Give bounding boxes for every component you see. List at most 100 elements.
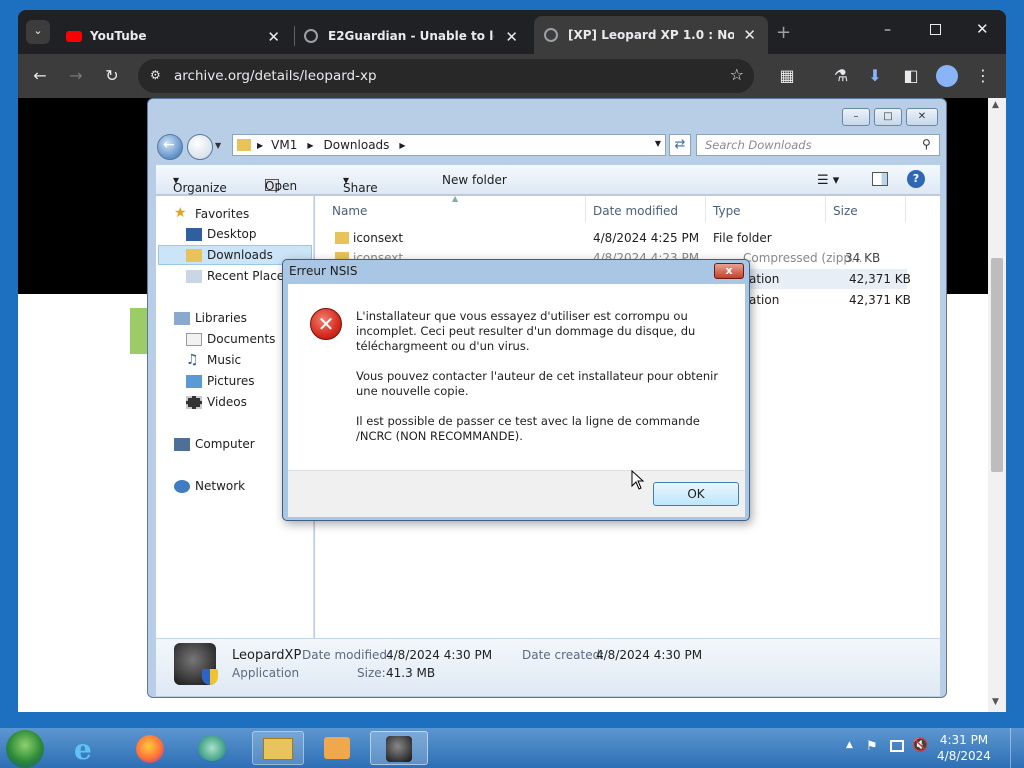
- detail-label: Size:: [357, 666, 386, 680]
- search-input[interactable]: Search Downloads: [696, 134, 940, 156]
- back-button[interactable]: ←: [29, 66, 51, 85]
- breadcrumb-downloads[interactable]: Downloads: [324, 138, 390, 152]
- minimize-button[interactable]: –: [884, 22, 891, 38]
- clock-time: 4:31 PM: [939, 733, 989, 747]
- detail-label: Date modified:: [302, 648, 392, 662]
- start-button[interactable]: [6, 730, 44, 768]
- nav-documents[interactable]: Documents: [186, 332, 275, 346]
- detail-size: 41.3 MB: [386, 666, 436, 680]
- tray-overflow-icon[interactable]: ▲: [846, 740, 853, 750]
- labs-flask-icon[interactable]: ⚗: [830, 66, 852, 85]
- recent-pages-dropdown-icon[interactable]: ▼: [215, 141, 221, 150]
- close-button[interactable]: x: [714, 263, 744, 279]
- nav-music[interactable]: ♫ Music: [186, 353, 241, 368]
- menu-icon[interactable]: ⋮: [972, 66, 994, 85]
- nav-libraries[interactable]: Libraries: [174, 311, 247, 325]
- address-breadcrumb[interactable]: ▶ VM1 ▶ Downloads ▶ ▼: [232, 134, 666, 156]
- mouse-cursor-icon: [631, 470, 645, 490]
- browser-window: ⌄ YouTube ✕ E2Guardian - Unable to load …: [18, 10, 1006, 98]
- volume-muted-icon[interactable]: 🔇: [912, 738, 928, 753]
- scroll-down-arrow[interactable]: ▼: [992, 697, 999, 707]
- tab-leopard-xp[interactable]: [XP] Leopard XP 1.0 : Nobody( ✕: [534, 16, 768, 54]
- taskbar-firefox-icon[interactable]: [130, 731, 170, 765]
- nav-videos[interactable]: Videos: [186, 395, 247, 409]
- nav-pictures[interactable]: Pictures: [186, 374, 255, 388]
- column-divider: [825, 196, 826, 222]
- dialog-title: Erreur NSIS: [289, 264, 358, 278]
- column-date-modified[interactable]: Date modified: [593, 204, 678, 218]
- pictures-icon: [186, 374, 202, 388]
- organize-label: Organize: [173, 181, 227, 195]
- tab-e2guardian[interactable]: E2Guardian - Unable to load w ✕: [296, 18, 530, 54]
- address-dropdown-icon[interactable]: ▼: [655, 139, 661, 148]
- organize-button[interactable]: Organize ▾: [173, 173, 227, 195]
- site-settings-icon[interactable]: ⚙: [150, 68, 161, 82]
- command-bar: Organize ▾ Open Share with ▾ New folder …: [156, 165, 940, 209]
- downloads-folder-icon: [186, 248, 202, 262]
- column-name[interactable]: Name: [332, 204, 367, 218]
- nav-network[interactable]: Network: [174, 479, 245, 493]
- scroll-up-arrow[interactable]: ▲: [992, 100, 999, 110]
- search-icon: ⚲: [922, 137, 931, 151]
- column-divider: [905, 196, 906, 222]
- back-arrow-button[interactable]: ←: [157, 134, 183, 160]
- tab-strip-menu-button[interactable]: ⌄: [26, 20, 50, 44]
- preview-pane-icon[interactable]: [872, 172, 888, 186]
- download-icon[interactable]: ⬇: [864, 66, 886, 85]
- address-bar[interactable]: ⚙ archive.org/details/leopard-xp ☆: [138, 59, 754, 93]
- nav-label: Computer: [195, 437, 255, 451]
- taskbar-media-player-icon[interactable]: [192, 731, 232, 765]
- action-center-flag-icon[interactable]: ⚑: [866, 739, 878, 754]
- network-tray-icon[interactable]: [890, 740, 904, 752]
- breadcrumb-arrow-icon[interactable]: ▶: [399, 141, 405, 150]
- bookmark-star-icon[interactable]: ☆: [730, 65, 744, 84]
- breadcrumb-vm1[interactable]: VM1: [271, 138, 297, 152]
- scrollbar-thumb[interactable]: [991, 258, 1003, 472]
- taskbar-explorer-icon[interactable]: [252, 731, 304, 765]
- ok-button[interactable]: OK: [653, 482, 739, 506]
- nav-label: Desktop: [207, 227, 257, 241]
- show-desktop-button[interactable]: [1010, 728, 1024, 768]
- close-icon[interactable]: ✕: [743, 26, 756, 44]
- profile-avatar[interactable]: [936, 65, 958, 87]
- breadcrumb-arrow-icon[interactable]: ▶: [307, 141, 313, 150]
- nav-desktop[interactable]: Desktop: [186, 227, 257, 241]
- taskbar-ie-icon[interactable]: e: [70, 731, 110, 766]
- close-icon[interactable]: ✕: [505, 28, 518, 46]
- close-button[interactable]: ✕: [906, 108, 938, 126]
- side-panel-icon[interactable]: ◧: [900, 66, 922, 85]
- forward-arrow-button[interactable]: [187, 134, 213, 160]
- new-tab-button[interactable]: +: [776, 22, 791, 43]
- minimize-button[interactable]: –: [842, 108, 870, 126]
- nav-favorites[interactable]: ★ Favorites: [174, 206, 249, 222]
- error-icon: ✕: [310, 308, 342, 340]
- extensions-icon[interactable]: ▦: [776, 66, 798, 85]
- close-icon[interactable]: ✕: [267, 28, 280, 46]
- nav-label: Pictures: [207, 374, 255, 388]
- column-size[interactable]: Size: [833, 204, 858, 218]
- close-window-button[interactable]: ✕: [976, 20, 989, 38]
- help-icon[interactable]: ?: [907, 170, 925, 188]
- error-message-1: L'installateur que vous essayez d'utilis…: [356, 309, 696, 353]
- maximize-button[interactable]: □: [874, 108, 902, 126]
- shield-icon: [202, 669, 218, 685]
- system-clock[interactable]: 4:31 PM 4/8/2024: [934, 732, 994, 764]
- star-icon: ★: [174, 205, 187, 221]
- taskbar-video-icon[interactable]: [314, 731, 366, 765]
- view-options-icon[interactable]: ☰ ▾: [817, 173, 839, 188]
- forward-button[interactable]: →: [65, 66, 87, 85]
- documents-icon: [186, 332, 202, 346]
- nav-recent-places[interactable]: Recent Places: [186, 269, 290, 283]
- reload-button[interactable]: ↻: [101, 66, 123, 85]
- file-row[interactable]: iconsext 4/8/2024 4:25 PM File folder: [317, 228, 907, 248]
- refresh-icon[interactable]: ⇄: [669, 134, 691, 156]
- nav-computer[interactable]: Computer: [174, 437, 255, 451]
- maximize-button[interactable]: [930, 24, 941, 35]
- breadcrumb-arrow-icon[interactable]: ▶: [257, 141, 263, 150]
- share-with-button[interactable]: Share with ▾: [343, 173, 378, 209]
- column-type[interactable]: Type: [713, 204, 741, 218]
- new-folder-button[interactable]: New folder: [442, 173, 507, 187]
- error-dialog: Erreur NSIS x ✕ L'installateur que vous …: [282, 259, 750, 521]
- tab-youtube[interactable]: YouTube ✕: [58, 18, 292, 54]
- taskbar-leopardxp-icon[interactable]: [370, 731, 428, 765]
